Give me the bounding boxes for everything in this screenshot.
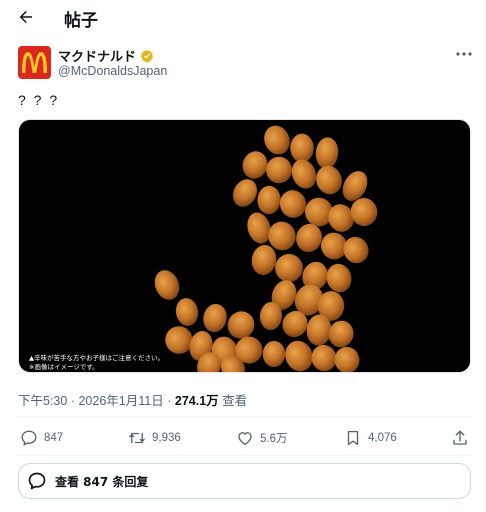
- verified-badge-icon: [140, 49, 154, 63]
- like-count: 5.6万: [260, 433, 288, 445]
- reply-button[interactable]: 847: [20, 428, 63, 448]
- nugget: [315, 137, 339, 169]
- retweet-icon: [129, 432, 145, 444]
- bookmark-count: 4,076: [368, 432, 397, 444]
- avatar[interactable]: [18, 46, 51, 79]
- more-dots-icon: [456, 52, 472, 56]
- nugget: [350, 197, 378, 227]
- author-display-name[interactable]: マクドナルド: [58, 46, 136, 65]
- divider-top: [18, 416, 471, 417]
- retweet-button[interactable]: 9,936: [128, 428, 181, 448]
- media-caption-note: ※画像はイメージです。: [29, 363, 99, 371]
- nugget: [266, 156, 292, 184]
- nugget: [311, 344, 337, 372]
- page-title: 帖子: [64, 11, 98, 31]
- back-button[interactable]: [14, 5, 38, 29]
- bookmark-icon: [347, 430, 359, 446]
- views-count: 274.1万: [174, 394, 219, 408]
- nugget: [203, 303, 227, 333]
- nugget: [262, 340, 286, 368]
- heart-icon: [238, 432, 252, 446]
- tweet-date[interactable]: 2026年1月11日: [78, 394, 163, 408]
- nugget: [251, 245, 277, 275]
- nugget: [326, 263, 352, 293]
- meta-separator-2: ·: [167, 394, 172, 408]
- author-handle[interactable]: @McDonaldsJapan: [58, 64, 167, 78]
- reply-count: 847: [44, 432, 64, 444]
- nugget: [334, 346, 360, 372]
- arrow-left-icon: [19, 11, 32, 23]
- tweet-media[interactable]: ▲辛味が苦手な方やお子様はご注意ください。 ※画像はイメージです。: [18, 119, 471, 373]
- nugget: [154, 270, 180, 300]
- views-label: 查看: [222, 394, 248, 408]
- top-bar: 帖子: [0, 0, 485, 34]
- bookmark-button[interactable]: 4,076: [344, 428, 397, 448]
- like-button[interactable]: 5.6万: [236, 428, 288, 448]
- tweet-text: ? ? ?: [18, 92, 60, 108]
- nugget: [232, 179, 258, 207]
- more-options-button[interactable]: [455, 46, 473, 62]
- tweet-time[interactable]: 下午5:30: [18, 394, 67, 408]
- reply-icon: [21, 430, 37, 446]
- nugget: [175, 298, 199, 326]
- author-name-row[interactable]: マクドナルド: [58, 46, 154, 65]
- divider-bottom: [18, 455, 471, 456]
- share-button[interactable]: [451, 428, 469, 448]
- nugget: [316, 165, 342, 195]
- nugget: [257, 185, 281, 215]
- view-replies-button[interactable]: 查看 847 条回复: [18, 463, 471, 499]
- nugget: [291, 159, 317, 189]
- retweet-count: 9,936: [152, 432, 181, 444]
- golden-arches-icon: [22, 52, 47, 73]
- tweet-meta: 下午5:30 · 2026年1月11日 · 274.1万 查看: [18, 390, 247, 409]
- nugget: [264, 125, 290, 155]
- meta-separator: ·: [70, 394, 75, 408]
- nugget: [275, 254, 303, 282]
- view-replies-label: 查看 847 条回复: [55, 474, 149, 489]
- nugget: [242, 151, 268, 179]
- nuggets-image: [154, 125, 378, 372]
- share-icon: [453, 430, 467, 445]
- nugget: [279, 190, 307, 218]
- reply-bubble-icon: [28, 472, 46, 490]
- nugget: [290, 133, 314, 163]
